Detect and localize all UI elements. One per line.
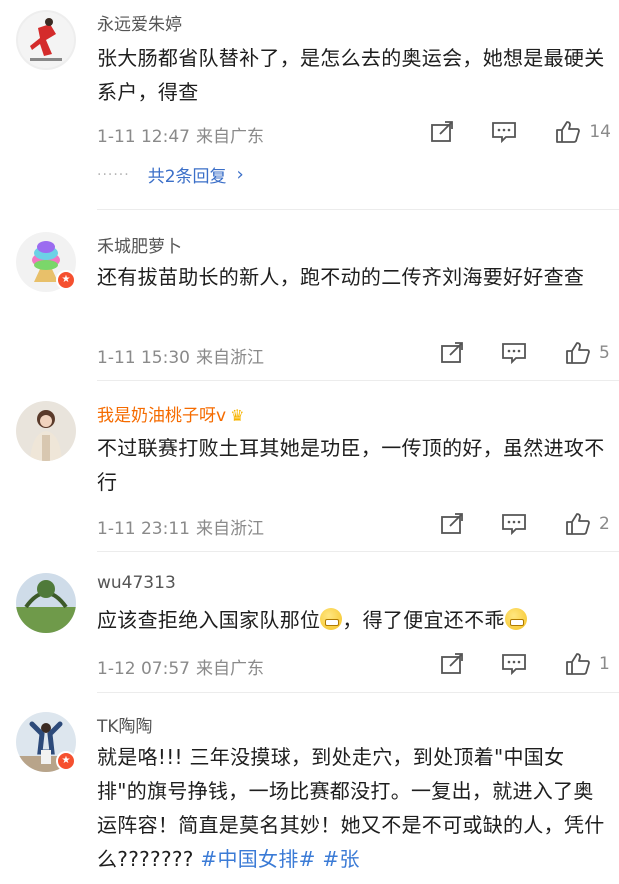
grin-emoji-icon [504, 608, 527, 630]
avatar[interactable] [16, 401, 76, 461]
timestamp: 1-12 07:57 [97, 659, 190, 679]
like-button[interactable]: 5 [565, 341, 611, 365]
avatar[interactable] [16, 573, 76, 633]
username-label: 我是奶油桃子呀v [97, 406, 227, 426]
comment-actions: 5 [439, 341, 611, 365]
thumb-up-icon [555, 120, 581, 144]
username[interactable]: TK陶陶 [97, 712, 153, 737]
dots-icon: ······ [97, 166, 130, 183]
grin-emoji-icon [320, 608, 343, 630]
share-icon[interactable] [439, 652, 465, 676]
share-icon[interactable] [429, 120, 455, 144]
username[interactable]: wu47313 [97, 573, 176, 593]
comment-icon[interactable] [501, 341, 527, 365]
comment-actions: 2 [439, 512, 611, 536]
like-button[interactable]: 14 [555, 120, 611, 144]
comment-icon[interactable] [501, 652, 527, 676]
verified-badge-icon: ★ [56, 270, 76, 290]
comment-icon[interactable] [501, 512, 527, 536]
thumb-up-icon [565, 341, 591, 365]
username[interactable]: 永远爱朱婷 [97, 10, 182, 35]
location: 来自广东 [195, 659, 264, 679]
like-count: 5 [599, 343, 610, 363]
comment-text: 张大肠都省队替补了，是怎么去的奥运会，她想是最硬关系户，得查 [97, 46, 605, 104]
view-replies-link[interactable]: ······ 共2条回复 › [97, 162, 244, 187]
hashtag-link[interactable]: #中国女排# [200, 847, 315, 871]
like-count: 14 [589, 122, 611, 142]
share-icon[interactable] [439, 512, 465, 536]
hashtag-link[interactable]: #张 [322, 847, 359, 871]
chevron-right-icon: › [236, 164, 244, 185]
location: 来自浙江 [195, 519, 264, 539]
comment-meta: 1-11 15:30 来自浙江 [97, 343, 264, 368]
divider [97, 380, 619, 381]
like-count: 2 [599, 514, 610, 534]
location: 来自广东 [195, 127, 264, 147]
crown-icon: ♛ [230, 406, 245, 425]
divider [97, 551, 619, 552]
location: 来自浙江 [195, 348, 264, 368]
comment-text-part: 应该查拒绝入国家队那位 [97, 608, 321, 632]
comment-meta: 1-11 12:47 来自广东 [97, 122, 264, 147]
timestamp: 1-11 15:30 [97, 348, 190, 368]
avatar[interactable] [16, 10, 76, 70]
timestamp: 1-11 23:11 [97, 519, 190, 539]
comment-meta: 1-11 23:11 来自浙江 [97, 514, 264, 539]
comment-icon[interactable] [491, 120, 517, 144]
thumb-up-icon [565, 652, 591, 676]
timestamp: 1-11 12:47 [97, 127, 190, 147]
verified-badge-icon: ★ [56, 751, 76, 771]
divider [97, 209, 619, 210]
comment-text: 就是咯!!! 三年没摸球，到处走穴，到处顶着"中国女排"的旗号挣钱，一场比赛都没… [97, 740, 607, 876]
username[interactable]: 禾城肥萝卜 [97, 232, 182, 257]
divider [97, 692, 619, 693]
comment-text: 还有拔苗助长的新人，跑不动的二传齐刘海要好好查查 [97, 265, 585, 289]
comment-text: 应该查拒绝入国家队那位 ，得了便宜还不乖 [97, 603, 607, 637]
comment-text: 不过联赛打败土耳其她是功臣，一传顶的好，虽然进攻不行 [97, 436, 605, 494]
share-icon[interactable] [439, 341, 465, 365]
username[interactable]: 我是奶油桃子呀v ♛ [97, 401, 244, 426]
like-count: 1 [599, 654, 610, 674]
replies-count: 共2条回复 [147, 167, 227, 187]
comment-text-part: ，得了便宜还不乖 [342, 608, 505, 632]
like-button[interactable]: 2 [565, 512, 611, 536]
comment-meta: 1-12 07:57 来自广东 [97, 654, 264, 679]
comment-actions: 1 [439, 652, 611, 676]
thumb-up-icon [565, 512, 591, 536]
comment-actions: 14 [429, 120, 611, 144]
like-button[interactable]: 1 [565, 652, 611, 676]
